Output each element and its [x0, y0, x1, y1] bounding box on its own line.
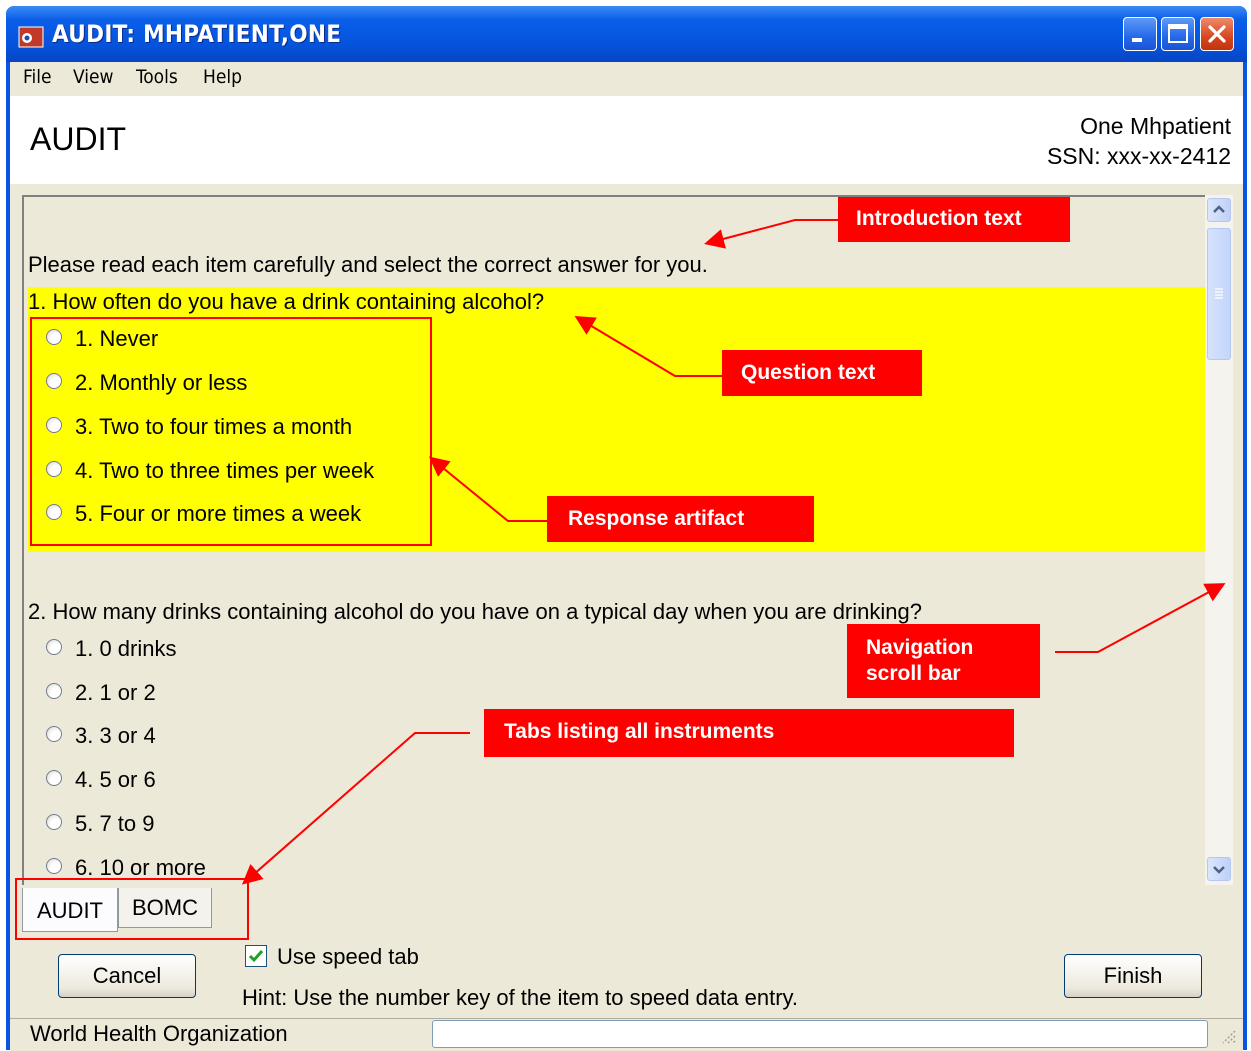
intro-text-callout: Introduction text	[838, 197, 1070, 242]
scroll-bar-callout: Navigation scroll bar	[847, 624, 1040, 698]
scroll-callout-line-1: Navigation	[866, 636, 974, 659]
scroll-callout-line-2: scroll bar	[866, 662, 961, 685]
response-artifact-callout: Response artifact	[547, 496, 814, 542]
tabs-callout: Tabs listing all instruments	[484, 709, 1014, 757]
question-text-callout: Question text	[722, 350, 922, 396]
